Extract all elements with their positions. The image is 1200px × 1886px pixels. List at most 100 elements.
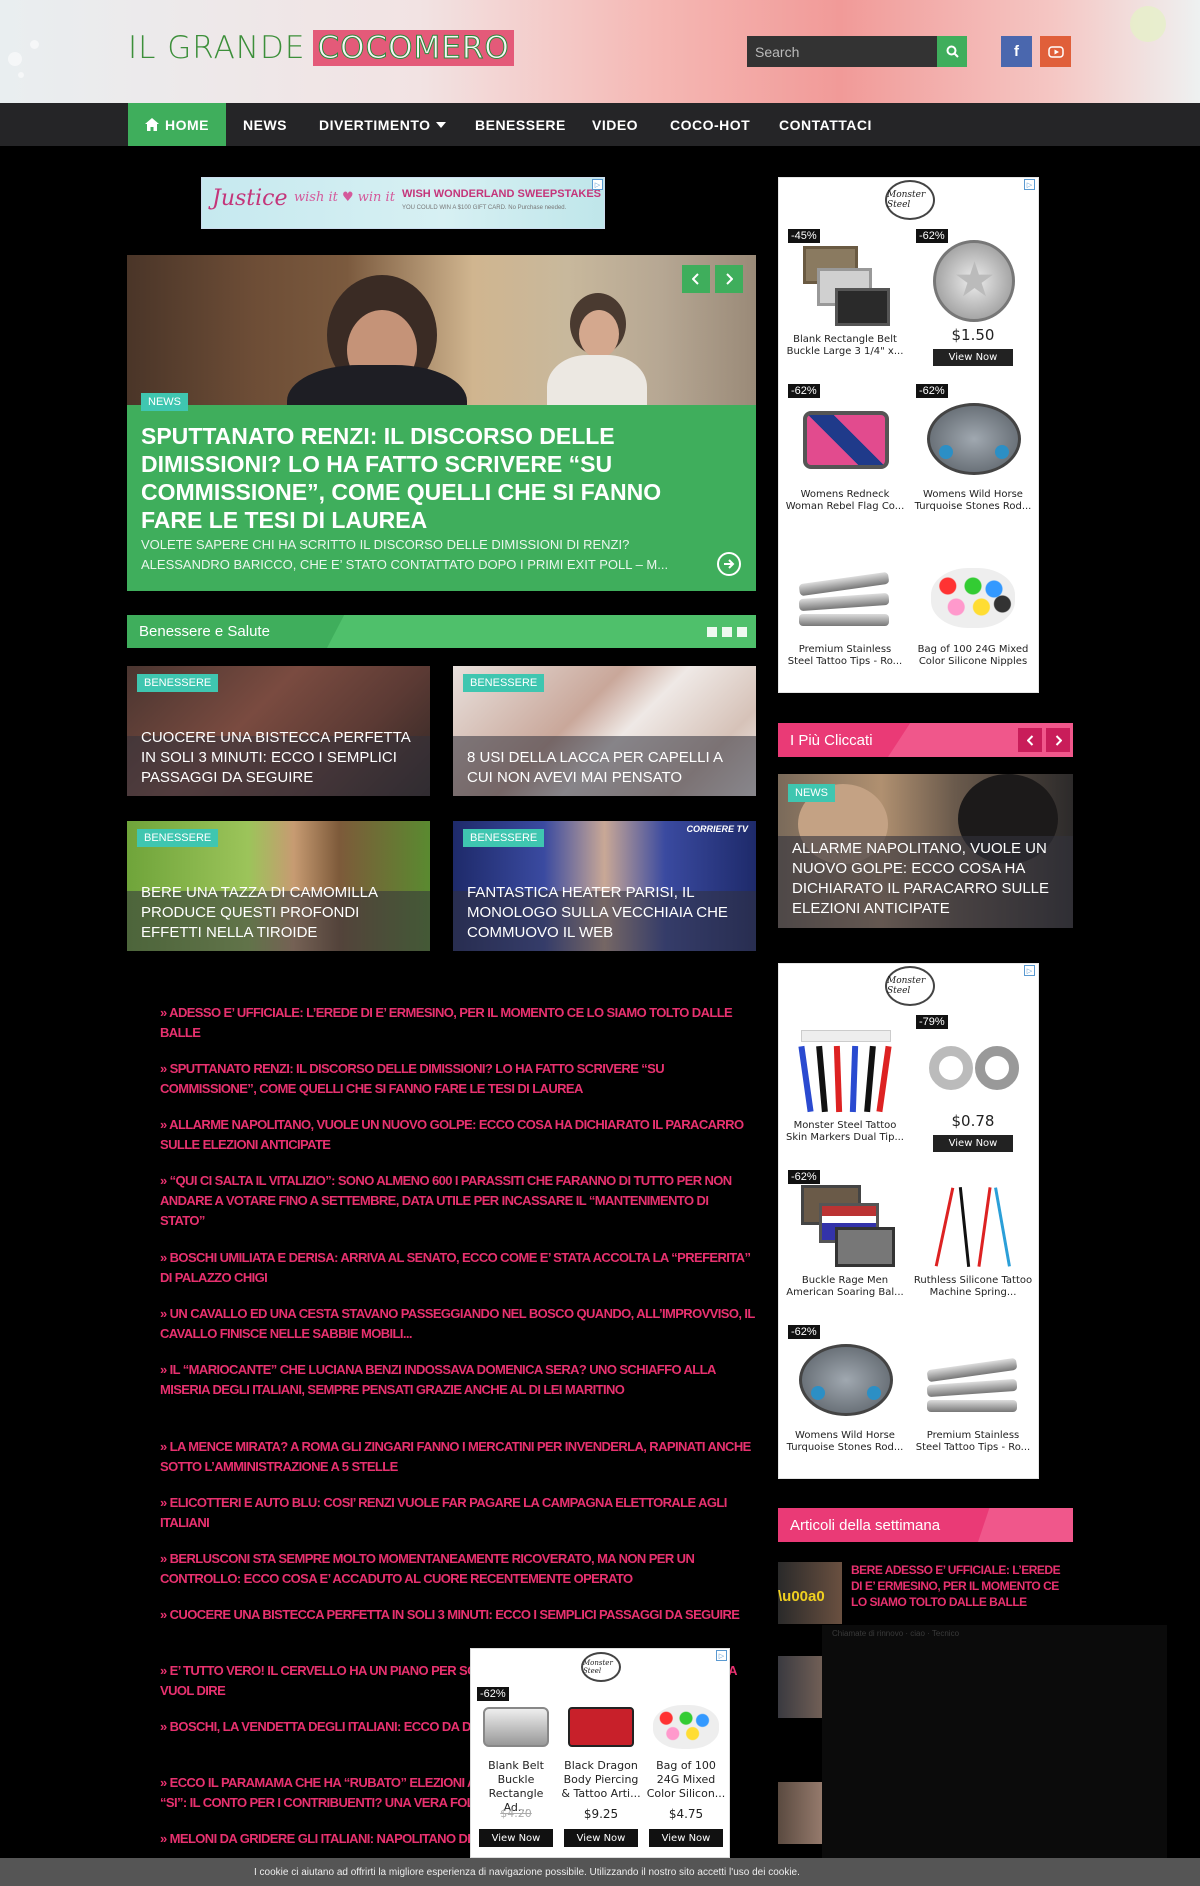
- list-item-link[interactable]: » SPUTTANATO RENZI: IL DISCORSO DELLE DI…: [160, 1059, 755, 1099]
- list-item-link[interactable]: » CUOCERE UNA BISTECCA PERFETTA IN SOLI …: [160, 1605, 755, 1625]
- ad-product[interactable]: -79% $0.78 View Now: [911, 1014, 1035, 1169]
- turquoise-stone: [811, 1386, 825, 1400]
- card-title[interactable]: BERE UNA TAZZA DI CAMOMILLA PRODUCE QUES…: [141, 883, 416, 943]
- pager-dot[interactable]: [737, 627, 747, 637]
- tattoo-tip-shape: [798, 571, 890, 597]
- ad-product[interactable]: -62% Buckle Rage Men American Soaring Ba…: [783, 1169, 907, 1324]
- ad-product[interactable]: Black Dragon Body Piercing & Tattoo Arti…: [560, 1687, 642, 1857]
- sidebar-ad[interactable]: Monster Steel ▷ -45% Blank Rectangle Bel…: [778, 177, 1039, 693]
- section-header-settimana: Articoli della settimana: [778, 1508, 1073, 1542]
- sidebar-ad[interactable]: Monster Steel ▷ Monster Steel Tattoo Ski…: [778, 963, 1039, 1479]
- nav-item-contattaci[interactable]: CONTATTACI: [779, 103, 872, 146]
- card-title[interactable]: ALLARME NAPOLITANO, VUOLE UN NUOVO GOLPE…: [792, 839, 1062, 919]
- facebook-button[interactable]: f: [1001, 36, 1032, 67]
- nav-item-news[interactable]: NEWS: [243, 103, 287, 146]
- ad-product[interactable]: ★ -62% $1.50 View Now: [911, 228, 1035, 383]
- card-title[interactable]: CUOCERE UNA BISTECCA PERFETTA IN SOLI 3 …: [141, 728, 416, 788]
- list-item-link[interactable]: » “QUI CI SALTA IL VITALIZIO”: SONO ALME…: [160, 1171, 755, 1231]
- ad-product[interactable]: -62% Womens Redneck Woman Rebel Flag Co.…: [783, 383, 907, 538]
- tattoo-tip-shape: [799, 614, 889, 626]
- tattoo-tip-shape: [927, 1400, 1017, 1412]
- product-name: Ruthless Silicone Tattoo Machine Spring.…: [913, 1275, 1033, 1298]
- hero-slider[interactable]: NEWS SPUTTANATO RENZI: IL DISCORSO DELLE…: [127, 255, 756, 591]
- list-item-link[interactable]: » ELICOTTERI E AUTO BLU: COSI’ RENZI VUO…: [160, 1493, 755, 1533]
- cliccati-next-button[interactable]: [1046, 728, 1070, 752]
- site-logo[interactable]: IL GRANDE COCOMERO: [128, 28, 514, 68]
- ad-logo: Monster Steel: [581, 1652, 621, 1682]
- horse-buckle-shape: [799, 1344, 893, 1416]
- week-article-item[interactable]: \u00a0 BERE ADESSO E’ UFFICIALE: L’EREDE…: [778, 1562, 1073, 1632]
- top-ad-banner[interactable]: Justice wish it ♥ win it WISH WONDERLAND…: [201, 177, 605, 229]
- ad-logo: Monster Steel: [885, 180, 935, 220]
- list-item-link[interactable]: » LA MENCE MIRATA? A ROMA GLI ZINGARI FA…: [160, 1437, 755, 1477]
- article-card[interactable]: BENESSERE CORRIERE TV FANTASTICA HEATER …: [453, 821, 756, 951]
- adchoices-icon[interactable]: ▷: [1024, 965, 1035, 976]
- slider-next-button[interactable]: [715, 265, 743, 293]
- nav-item-video[interactable]: VIDEO: [592, 103, 638, 146]
- read-more-button[interactable]: [717, 552, 741, 576]
- ad-product[interactable]: Bag of 100 24G Mixed Color Silicon... $4…: [645, 1687, 727, 1857]
- pager-dot[interactable]: [707, 627, 717, 637]
- nav-item-benessere[interactable]: BENESSERE: [475, 103, 566, 146]
- article-card[interactable]: BENESSERE BERE UNA TAZZA DI CAMOMILLA PR…: [127, 821, 430, 951]
- tunnel-plug-shape: [975, 1046, 1019, 1090]
- section-header-benessere: Benessere e Salute: [127, 615, 756, 648]
- hero-title[interactable]: SPUTTANATO RENZI: IL DISCORSO DELLE DIMI…: [141, 422, 701, 534]
- card-category-badge[interactable]: NEWS: [788, 784, 835, 802]
- list-item-link[interactable]: » ADESSO E’ UFFICIALE: L’EREDE DI E’ ERM…: [160, 1003, 755, 1043]
- ad-product[interactable]: -45% Blank Rectangle Belt Buckle Large 3…: [783, 228, 907, 383]
- list-item-link[interactable]: » UN CAVALLO ED UNA CESTA STAVANO PASSEG…: [160, 1304, 755, 1344]
- card-category-badge[interactable]: BENESSERE: [463, 674, 545, 692]
- floating-ad[interactable]: Monster Steel ▷ -62% Blank Belt Buckle R…: [470, 1648, 730, 1858]
- list-item-link[interactable]: » BERLUSCONI STA SEMPRE MOLTO MOMENTANEA…: [160, 1549, 755, 1589]
- hero-category-badge[interactable]: NEWS: [141, 393, 188, 411]
- ad-product[interactable]: Monster Steel Tattoo Skin Markers Dual T…: [783, 1014, 907, 1169]
- spring-wire-shape: [958, 1187, 971, 1267]
- card-title[interactable]: FANTASTICA HEATER PARISI, IL MONOLOGO SU…: [467, 883, 742, 943]
- ad-product[interactable]: Bag of 100 24G Mixed Color Silicone Nipp…: [911, 538, 1035, 693]
- card-title[interactable]: 8 USI DELLA LACCA PER CAPELLI A CUI NON …: [467, 748, 742, 788]
- ad-product[interactable]: -62% Womens Wild Horse Turquoise Stones …: [783, 1324, 907, 1479]
- nav-item-label: CONTATTACI: [779, 116, 872, 133]
- list-item-link[interactable]: » IL “MARIOCANTE” CHE LUCIANA BENZI INDO…: [160, 1360, 755, 1400]
- ad-product[interactable]: -62% Blank Belt Buckle Rectangle Ad... $…: [475, 1687, 557, 1857]
- ad-product[interactable]: -62% Womens Wild Horse Turquoise Stones …: [911, 383, 1035, 538]
- card-category-badge[interactable]: BENESSERE: [463, 829, 545, 847]
- ad-product[interactable]: Premium Stainless Steel Tattoo Tips - Ro…: [911, 1324, 1035, 1479]
- video-overlay-panel[interactable]: Chiamate di rinnovo · ciao · Tecnico: [822, 1625, 1167, 1886]
- pager-dot[interactable]: [722, 627, 732, 637]
- search-input[interactable]: Search: [747, 36, 937, 67]
- product-image: [923, 1024, 1023, 1114]
- view-now-button[interactable]: View Now: [933, 349, 1013, 366]
- view-now-button[interactable]: View Now: [933, 1135, 1013, 1152]
- view-now-button[interactable]: View Now: [564, 1829, 638, 1847]
- adchoices-icon[interactable]: ▷: [716, 1650, 727, 1661]
- card-category-badge[interactable]: BENESSERE: [137, 674, 219, 692]
- cliccati-prev-button[interactable]: [1018, 728, 1042, 752]
- nav-item-home[interactable]: HOME: [128, 103, 226, 146]
- nav-item-coco-hot[interactable]: COCO-HOT: [670, 103, 750, 146]
- cliccati-article-card[interactable]: NEWS ALLARME NAPOLITANO, VUOLE UN NUOVO …: [778, 774, 1073, 928]
- article-card[interactable]: BENESSERE 8 USI DELLA LACCA PER CAPELLI …: [453, 666, 756, 796]
- card-category-badge[interactable]: BENESSERE: [137, 829, 219, 847]
- view-now-button[interactable]: View Now: [649, 1829, 723, 1847]
- product-image: [795, 548, 895, 638]
- ad-product[interactable]: Ruthless Silicone Tattoo Machine Spring.…: [911, 1169, 1035, 1324]
- adchoices-icon[interactable]: ▷: [592, 179, 603, 190]
- youtube-button[interactable]: [1040, 36, 1071, 67]
- view-now-button[interactable]: View Now: [479, 1829, 553, 1847]
- slider-prev-button[interactable]: [682, 265, 710, 293]
- ad-product[interactable]: Premium Stainless Steel Tattoo Tips - Ro…: [783, 538, 907, 693]
- article-card[interactable]: BENESSERE CUOCERE UNA BISTECCA PERFETTA …: [127, 666, 430, 796]
- list-item-link[interactable]: » ALLARME NAPOLITANO, VUOLE UN NUOVO GOL…: [160, 1115, 755, 1155]
- marker-shape: [816, 1045, 828, 1113]
- product-name: Bag of 100 24G Mixed Color Silicone Nipp…: [917, 644, 1029, 667]
- list-item-link[interactable]: » BOSCHI UMILIATA E DERISA: ARRIVA AL SE…: [160, 1248, 755, 1288]
- search-button[interactable]: [937, 36, 967, 67]
- adchoices-icon[interactable]: ▷: [1024, 179, 1035, 190]
- discount-badge: -79%: [915, 1014, 949, 1030]
- nav-item-divertimento[interactable]: DIVERTIMENTO: [319, 103, 446, 146]
- product-name: Womens Wild Horse Turquoise Stones Rod..…: [914, 489, 1032, 512]
- discount-badge: -62%: [787, 383, 821, 399]
- article-title-link[interactable]: BERE ADESSO E’ UFFICIALE: L’EREDE DI E’ …: [851, 1562, 1071, 1610]
